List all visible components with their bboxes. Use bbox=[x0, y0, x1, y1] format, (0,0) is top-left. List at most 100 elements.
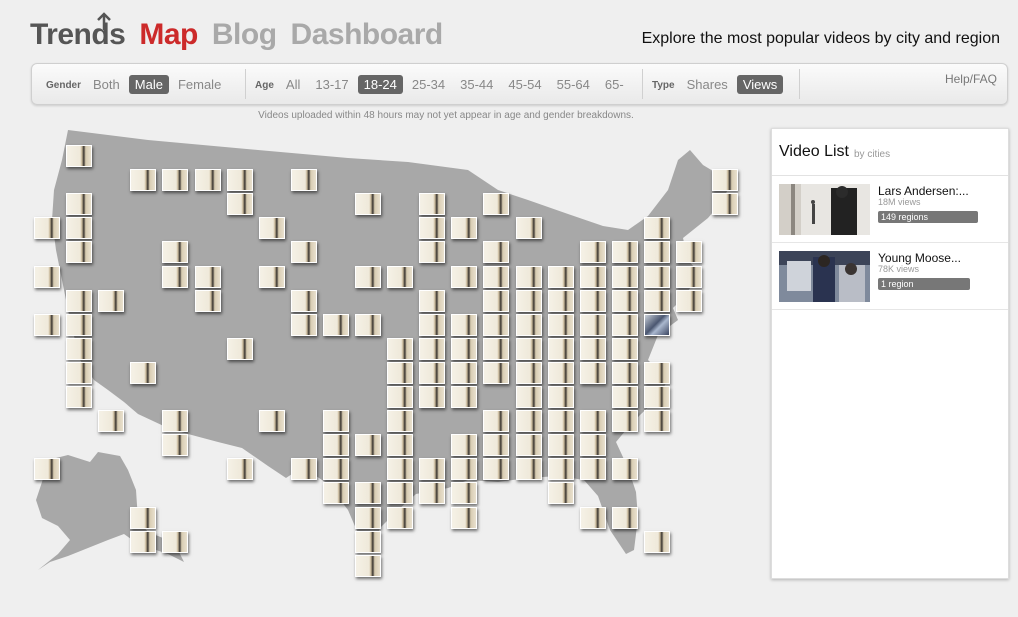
city-video-tile[interactable] bbox=[419, 386, 446, 408]
city-video-tile[interactable] bbox=[451, 506, 478, 529]
city-video-tile[interactable] bbox=[643, 217, 670, 240]
city-video-tile[interactable] bbox=[194, 169, 221, 192]
city-video-tile[interactable] bbox=[712, 169, 739, 192]
city-video-tile[interactable] bbox=[547, 313, 574, 336]
city-video-tile[interactable] bbox=[676, 241, 702, 264]
city-video-tile[interactable] bbox=[322, 434, 349, 457]
city-video-tile[interactable] bbox=[579, 458, 606, 481]
help-faq-link[interactable]: Help/FAQ bbox=[945, 72, 997, 86]
city-video-tile[interactable] bbox=[515, 289, 542, 312]
city-video-tile[interactable] bbox=[483, 265, 510, 288]
city-video-tile[interactable] bbox=[515, 361, 542, 384]
city-video-tile[interactable] bbox=[130, 530, 157, 553]
city-video-tile[interactable] bbox=[226, 337, 253, 360]
age-option-13-17[interactable]: 13-17 bbox=[309, 75, 354, 94]
city-video-tile[interactable] bbox=[483, 241, 510, 264]
city-video-tile[interactable] bbox=[515, 217, 542, 240]
city-video-tile[interactable] bbox=[226, 193, 253, 216]
city-video-tile[interactable] bbox=[483, 434, 510, 457]
city-video-tile[interactable] bbox=[387, 506, 414, 529]
city-video-tile[interactable] bbox=[419, 313, 446, 336]
city-video-tile[interactable] bbox=[643, 241, 670, 264]
city-video-tile[interactable] bbox=[162, 410, 189, 433]
city-video-tile[interactable] bbox=[226, 169, 253, 192]
video-title[interactable]: Lars Andersen:... bbox=[878, 184, 969, 198]
city-video-tile[interactable] bbox=[451, 313, 478, 336]
city-video-tile[interactable] bbox=[547, 458, 574, 481]
city-video-tile[interactable] bbox=[387, 265, 414, 288]
city-video-tile[interactable] bbox=[387, 482, 414, 505]
city-video-tile[interactable] bbox=[579, 337, 606, 360]
city-video-tile[interactable] bbox=[579, 410, 606, 433]
city-video-tile[interactable] bbox=[387, 386, 414, 408]
city-video-tile[interactable] bbox=[66, 386, 93, 408]
city-video-tile[interactable] bbox=[290, 313, 317, 336]
gender-option-female[interactable]: Female bbox=[172, 75, 227, 94]
city-video-tile[interactable] bbox=[483, 361, 510, 384]
city-video-tile[interactable] bbox=[419, 193, 446, 216]
city-video-tile[interactable] bbox=[451, 361, 478, 384]
city-video-tile[interactable] bbox=[355, 193, 381, 216]
city-video-tile[interactable] bbox=[98, 410, 125, 433]
city-video-tile[interactable] bbox=[515, 386, 542, 408]
city-video-tile[interactable] bbox=[130, 361, 157, 384]
age-option-25-34[interactable]: 25-34 bbox=[406, 75, 451, 94]
nav-dashboard[interactable]: Dashboard bbox=[291, 18, 444, 52]
city-video-tile[interactable] bbox=[387, 361, 414, 384]
city-video-tile[interactable] bbox=[419, 241, 446, 264]
city-video-tile[interactable] bbox=[611, 289, 638, 312]
city-video-tile[interactable] bbox=[483, 313, 510, 336]
city-video-tile[interactable] bbox=[515, 410, 542, 433]
city-video-tile[interactable] bbox=[611, 410, 638, 433]
city-video-tile[interactable] bbox=[419, 337, 446, 360]
age-option-55-64[interactable]: 55-64 bbox=[551, 75, 596, 94]
city-video-tile[interactable] bbox=[515, 434, 542, 457]
city-video-tile[interactable] bbox=[579, 434, 606, 457]
city-video-tile[interactable] bbox=[611, 506, 638, 529]
gender-option-both[interactable]: Both bbox=[87, 75, 126, 94]
city-video-tile[interactable] bbox=[712, 193, 739, 216]
city-video-tile[interactable] bbox=[130, 506, 157, 529]
city-video-tile[interactable] bbox=[387, 337, 414, 360]
city-video-tile[interactable] bbox=[643, 361, 670, 384]
video-thumbnail[interactable] bbox=[779, 251, 870, 302]
city-video-tile[interactable] bbox=[643, 313, 670, 336]
city-video-tile[interactable] bbox=[290, 241, 317, 264]
city-video-tile[interactable] bbox=[611, 241, 638, 264]
city-video-tile[interactable] bbox=[355, 530, 381, 553]
city-video-tile[interactable] bbox=[34, 217, 60, 240]
video-thumbnail[interactable] bbox=[779, 184, 870, 235]
city-video-tile[interactable] bbox=[34, 313, 60, 336]
city-video-tile[interactable] bbox=[547, 482, 574, 505]
city-video-tile[interactable] bbox=[451, 386, 478, 408]
city-video-tile[interactable] bbox=[515, 265, 542, 288]
video-list-item[interactable]: Lars Andersen:... 18M views 149 regions bbox=[772, 176, 1008, 243]
city-video-tile[interactable] bbox=[579, 361, 606, 384]
city-video-tile[interactable] bbox=[290, 169, 317, 192]
city-video-tile[interactable] bbox=[66, 289, 93, 312]
city-video-tile[interactable] bbox=[98, 289, 125, 312]
city-video-tile[interactable] bbox=[355, 313, 381, 336]
city-video-tile[interactable] bbox=[419, 289, 446, 312]
city-video-tile[interactable] bbox=[130, 169, 157, 192]
city-video-tile[interactable] bbox=[611, 458, 638, 481]
city-video-tile[interactable] bbox=[483, 289, 510, 312]
video-list-item[interactable]: Young Moose... 78K views 1 region bbox=[772, 243, 1008, 310]
city-video-tile[interactable] bbox=[451, 458, 478, 481]
city-video-tile[interactable] bbox=[547, 265, 574, 288]
city-video-tile[interactable] bbox=[355, 482, 381, 505]
city-video-tile[interactable] bbox=[226, 458, 253, 481]
city-video-tile[interactable] bbox=[387, 410, 414, 433]
city-video-tile[interactable] bbox=[419, 458, 446, 481]
city-video-tile[interactable] bbox=[322, 410, 349, 433]
city-video-tile[interactable] bbox=[579, 265, 606, 288]
city-video-tile[interactable] bbox=[34, 265, 60, 288]
city-video-tile[interactable] bbox=[579, 506, 606, 529]
city-video-tile[interactable] bbox=[290, 458, 317, 481]
city-video-tile[interactable] bbox=[451, 434, 478, 457]
city-video-tile[interactable] bbox=[451, 217, 478, 240]
city-video-tile[interactable] bbox=[547, 337, 574, 360]
city-video-tile[interactable] bbox=[66, 313, 93, 336]
city-video-tile[interactable] bbox=[515, 313, 542, 336]
nav-trends[interactable]: Trends bbox=[30, 12, 126, 52]
